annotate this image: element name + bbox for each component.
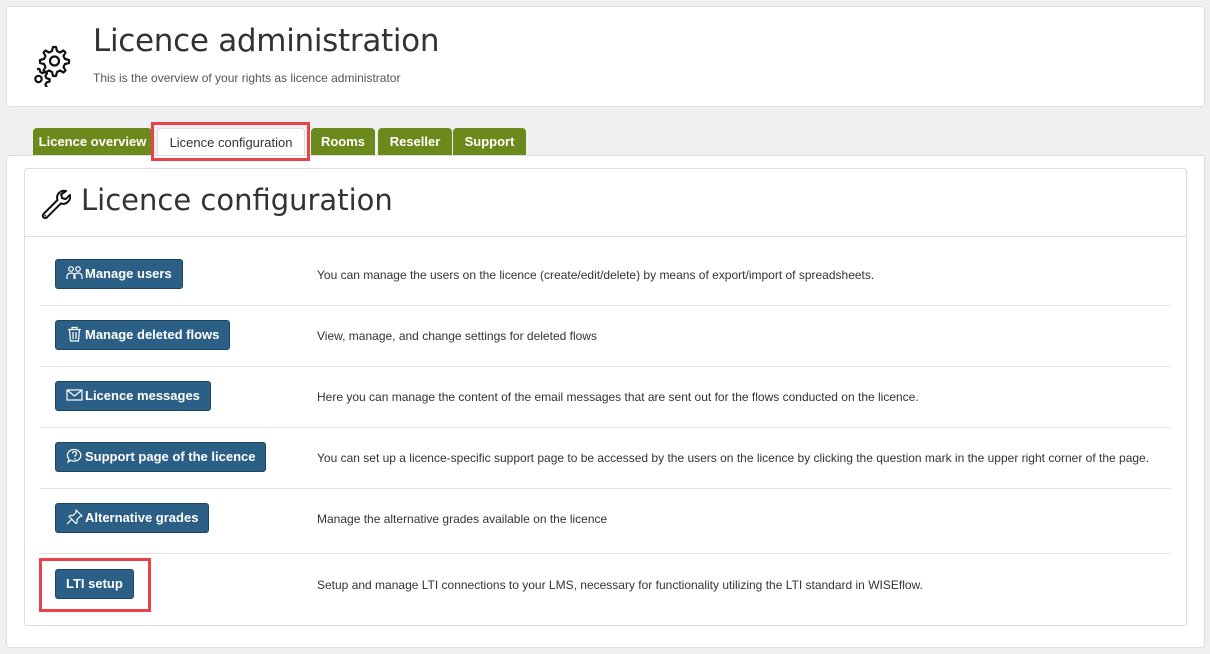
question-icon <box>66 448 82 464</box>
alternative-grades-description: Manage the alternative grades available … <box>317 512 608 526</box>
config-row-manage-deleted-flows: Manage deleted flows View, manage, and c… <box>40 306 1171 367</box>
support-page-button[interactable]: Support page of the licence <box>55 442 267 472</box>
manage-deleted-flows-label: Manage deleted flows <box>85 327 220 342</box>
licence-messages-button[interactable]: Licence messages <box>55 381 211 411</box>
licence-messages-description: Here you can manage the content of the e… <box>317 390 919 404</box>
alternative-grades-label: Alternative grades <box>85 510 199 525</box>
tab-licence-overview[interactable]: Licence overview <box>33 128 152 156</box>
config-row-alternative-grades: Alternative grades Manage the alternativ… <box>40 489 1171 554</box>
alternative-grades-button[interactable]: Alternative grades <box>55 503 210 533</box>
config-row-support-page: Support page of the licence You can set … <box>40 428 1171 489</box>
manage-users-button[interactable]: Manage users <box>55 259 183 289</box>
envelope-icon <box>66 389 83 401</box>
manage-users-label: Manage users <box>85 266 172 281</box>
section-title: Licence configuration <box>81 183 393 217</box>
config-row-lti-setup: LTI setup Setup and manage LTI connectio… <box>40 554 1171 615</box>
trash-icon <box>68 326 81 342</box>
manage-deleted-flows-description: View, manage, and change settings for de… <box>317 329 597 343</box>
users-icon <box>66 266 83 279</box>
config-row-licence-messages: Licence messages Here you can manage the… <box>40 367 1171 428</box>
content-panel: Licence configuration Manage users You c… <box>6 155 1205 648</box>
pin-icon <box>66 509 83 525</box>
support-page-description: You can set up a licence-specific suppor… <box>317 451 1150 465</box>
manage-users-description: You can manage the users on the licence … <box>317 268 875 282</box>
tab-support[interactable]: Support <box>453 128 526 156</box>
licence-configuration-section: Licence configuration Manage users You c… <box>24 168 1187 626</box>
gears-icon <box>34 45 71 87</box>
lti-setup-description: Setup and manage LTI connections to your… <box>317 578 923 592</box>
section-header: Licence configuration <box>25 169 1186 237</box>
page-header: Licence administration This is the overv… <box>6 6 1205 107</box>
manage-deleted-flows-button[interactable]: Manage deleted flows <box>55 320 231 350</box>
support-page-label: Support page of the licence <box>85 449 256 464</box>
config-row-manage-users: Manage users You can manage the users on… <box>40 245 1171 306</box>
wrench-icon <box>41 189 71 219</box>
tab-reseller[interactable]: Reseller <box>378 128 452 156</box>
lti-setup-button[interactable]: LTI setup <box>55 569 134 599</box>
tab-rooms[interactable]: Rooms <box>311 128 375 156</box>
page-subtitle: This is the overview of your rights as l… <box>93 71 401 85</box>
licence-messages-label: Licence messages <box>85 388 200 403</box>
page-title: Licence administration <box>93 23 440 59</box>
tab-licence-configuration[interactable]: Licence configuration <box>157 128 305 157</box>
